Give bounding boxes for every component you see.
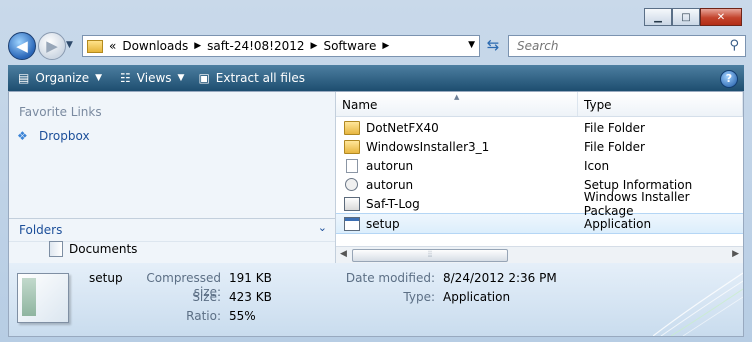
- file-type: File Folder: [584, 139, 645, 154]
- folder-icon: [344, 120, 360, 135]
- back-arrow-icon[interactable]: ◀: [8, 32, 36, 60]
- file-row[interactable]: DotNetFX40 File Folder: [336, 118, 743, 137]
- file-type: Application: [584, 216, 652, 231]
- file-name: setup: [366, 216, 400, 231]
- address-dropdown-icon[interactable]: ▼: [468, 40, 475, 50]
- breadcrumb-overflow[interactable]: «: [109, 39, 116, 53]
- ratio-label: Ratio:: [186, 309, 221, 323]
- explorer-window: ▁ □ ✕ ◀ ▶ ▼ « Downloads ▶ saft-24!08!201…: [0, 0, 752, 342]
- file-row[interactable]: autorun Icon: [336, 156, 743, 175]
- column-header-name[interactable]: ▲ Name: [336, 92, 578, 116]
- file-icon: [346, 158, 358, 173]
- documents-icon: [49, 241, 63, 257]
- column-headers: ▲ Name Type: [336, 92, 743, 117]
- organize-label: Organize: [35, 71, 90, 85]
- file-name: autorun: [366, 177, 414, 192]
- views-label: Views: [136, 71, 172, 85]
- chevron-down-icon: ▼: [177, 73, 185, 83]
- organize-icon: ▤: [18, 71, 30, 85]
- folder-icon: [87, 39, 103, 53]
- refresh-icon[interactable]: ⇆: [482, 36, 504, 54]
- file-type: Icon: [584, 158, 610, 173]
- command-toolbar: ▤ Organize ▼ ☷ Views ▼ ▣ Extract all fil…: [8, 65, 744, 91]
- file-row[interactable]: WindowsInstaller3_1 File Folder: [336, 137, 743, 156]
- recent-pages-dropdown-icon[interactable]: ▼: [66, 40, 73, 50]
- file-name: autorun: [366, 158, 414, 173]
- column-header-label: Type: [584, 98, 612, 112]
- compressed-size-value: 191 KB: [229, 271, 272, 285]
- column-header-label: Name: [342, 98, 378, 112]
- type-label: Type:: [403, 290, 435, 304]
- breadcrumb-separator-icon[interactable]: ▶: [382, 41, 389, 51]
- date-modified-value: 8/24/2012 2:36 PM: [443, 271, 557, 285]
- extract-icon: ▣: [198, 71, 210, 85]
- horizontal-scrollbar[interactable]: ◀ ⦙⦙ ▶: [336, 246, 743, 264]
- favorite-link-dropbox[interactable]: ❖ Dropbox: [17, 129, 90, 143]
- views-button[interactable]: ☷ Views ▼: [120, 71, 184, 85]
- search-icon[interactable]: ⚲: [729, 38, 739, 53]
- details-pane: setup Compressed size: 191 KB Size: 423 …: [8, 263, 744, 337]
- file-list: ▲ Name Type DotNetFX40 File Folder Windo…: [336, 92, 743, 264]
- extract-label: Extract all files: [215, 71, 305, 85]
- installer-package-icon: [344, 196, 360, 211]
- help-icon[interactable]: ?: [720, 70, 738, 88]
- caption-buttons: ▁ □ ✕: [644, 8, 742, 26]
- file-row[interactable]: Saf-T-Log Windows Installer Package: [336, 190, 743, 218]
- file-rows: DotNetFX40 File Folder WindowsInstaller3…: [336, 118, 743, 234]
- scroll-right-icon[interactable]: ▶: [732, 249, 739, 259]
- dropbox-icon: ❖: [17, 129, 28, 143]
- maximize-button[interactable]: □: [672, 8, 700, 26]
- details-file-name: setup: [89, 271, 123, 285]
- address-bar[interactable]: « Downloads ▶ saft-24!08!2012 ▶ Software…: [82, 35, 480, 57]
- close-button[interactable]: ✕: [700, 8, 742, 26]
- organize-button[interactable]: ▤ Organize ▼: [18, 71, 102, 85]
- favorite-links-heading: Favorite Links: [19, 105, 102, 119]
- application-icon: [344, 216, 360, 231]
- folders-header[interactable]: Folders ⌄: [9, 218, 335, 242]
- file-type: File Folder: [584, 120, 645, 135]
- file-type: Windows Installer Package: [583, 189, 690, 218]
- breadcrumb-downloads[interactable]: Downloads: [122, 39, 188, 53]
- column-header-type[interactable]: Type: [578, 92, 743, 116]
- breadcrumb-saft[interactable]: saft-24!08!2012: [207, 39, 304, 53]
- navigation-bar: ◀ ▶ ▼ « Downloads ▶ saft-24!08!2012 ▶ So…: [8, 32, 746, 60]
- search-box: ⚲: [508, 35, 746, 57]
- size-label: Size:: [192, 290, 221, 304]
- ratio-value: 55%: [229, 309, 256, 323]
- file-name: DotNetFX40: [366, 120, 439, 135]
- scroll-left-icon[interactable]: ◀: [340, 249, 347, 259]
- breadcrumb-separator-icon[interactable]: ▶: [194, 41, 201, 51]
- decorative-swoosh: [653, 272, 743, 336]
- type-value: Application: [443, 290, 511, 304]
- file-name: Saf-T-Log: [366, 196, 420, 211]
- minimize-button[interactable]: ▁: [644, 8, 672, 26]
- breadcrumb-separator-icon[interactable]: ▶: [311, 41, 318, 51]
- folder-icon: [344, 139, 360, 154]
- setup-information-icon: [345, 178, 358, 191]
- tree-item-documents[interactable]: Documents: [49, 241, 137, 257]
- search-input[interactable]: [515, 38, 719, 54]
- file-name: WindowsInstaller3_1: [366, 139, 490, 154]
- views-icon: ☷: [120, 71, 131, 85]
- sort-ascending-icon: ▲: [454, 93, 460, 101]
- breadcrumb-software[interactable]: Software: [323, 39, 376, 53]
- forward-arrow-icon[interactable]: ▶: [38, 32, 66, 60]
- content-panes: Favorite Links ❖ Dropbox Folders ⌄ Docum…: [8, 91, 744, 265]
- extract-all-button[interactable]: ▣ Extract all files: [198, 71, 305, 85]
- application-thumbnail-icon: [17, 273, 69, 323]
- navigation-pane: Favorite Links ❖ Dropbox Folders ⌄ Docum…: [9, 92, 336, 264]
- size-value: 423 KB: [229, 290, 272, 304]
- folders-heading: Folders: [19, 223, 63, 237]
- chevron-down-icon: ▼: [95, 73, 103, 83]
- scrollbar-thumb[interactable]: ⦙⦙: [352, 249, 508, 262]
- date-modified-label: Date modified:: [345, 271, 435, 285]
- chevron-down-icon[interactable]: ⌄: [318, 221, 327, 234]
- tree-item-label: Documents: [69, 242, 138, 256]
- favorite-link-label: Dropbox: [39, 129, 90, 143]
